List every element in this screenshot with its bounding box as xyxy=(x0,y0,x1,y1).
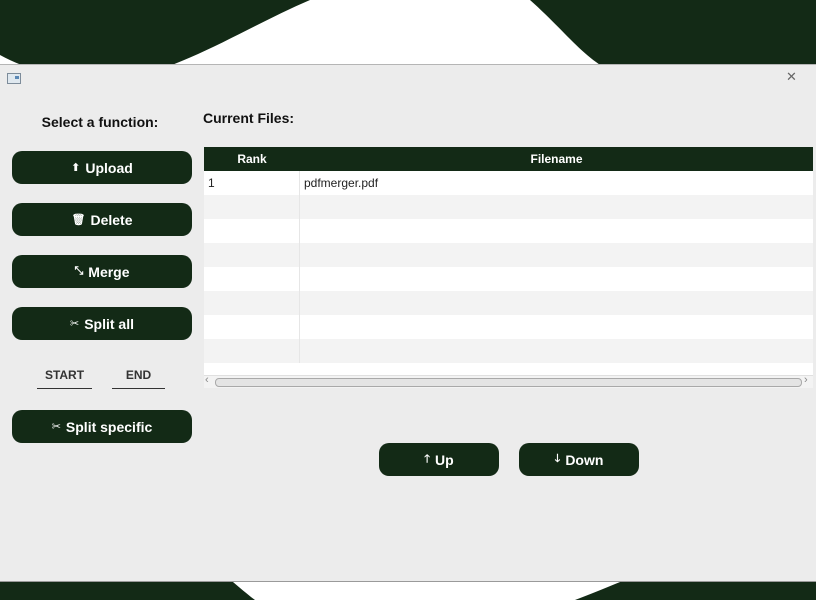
table-header: Rank Filename xyxy=(204,147,813,171)
trash-icon: 🗑 xyxy=(71,214,86,226)
close-icon[interactable]: ✕ xyxy=(786,69,797,85)
split-specific-button[interactable]: ✂ Split specific xyxy=(12,410,192,443)
scroll-left-icon[interactable]: ‹ xyxy=(205,374,209,386)
start-page-input[interactable]: START xyxy=(37,362,92,389)
empty-table-row xyxy=(204,243,813,267)
split-all-button[interactable]: ✂ Split all xyxy=(12,307,192,340)
move-down-label: Down xyxy=(565,451,604,468)
function-panel-title: Select a function: xyxy=(41,114,159,130)
rank-column-header[interactable]: Rank xyxy=(204,147,300,171)
upload-label: Upload xyxy=(85,159,133,176)
move-up-label: Up xyxy=(435,451,454,468)
merge-icon: ⤡ xyxy=(74,265,84,277)
current-files-title: Current Files: xyxy=(203,110,295,126)
empty-table-row xyxy=(204,339,813,363)
split-all-label: Split all xyxy=(84,315,134,332)
delete-label: Delete xyxy=(90,211,133,228)
table-row[interactable]: 1 pdfmerger.pdf xyxy=(204,171,813,195)
horizontal-scrollbar[interactable]: ‹ › xyxy=(204,374,813,388)
app-window: ✕ Select a function: ⬆ Upload 🗑 Delete ⤡… xyxy=(0,64,816,582)
upload-button[interactable]: ⬆ Upload xyxy=(12,151,192,184)
merge-button[interactable]: ⤡ Merge xyxy=(12,255,192,288)
filename-cell: pdfmerger.pdf xyxy=(304,176,379,190)
empty-table-row xyxy=(204,291,813,315)
window-app-icon xyxy=(7,73,21,84)
scissors-icon: ✂ xyxy=(51,421,61,433)
arrow-up-icon: 🡑 xyxy=(424,453,431,465)
delete-button[interactable]: 🗑 Delete xyxy=(12,203,192,236)
empty-table-row xyxy=(204,219,813,243)
files-table[interactable]: Rank Filename 1 pdfmerger.pdf xyxy=(204,147,813,387)
arrow-down-icon: 🡓 xyxy=(554,453,561,465)
split-specific-label: Split specific xyxy=(65,418,153,435)
filename-column-header[interactable]: Filename xyxy=(300,147,813,171)
empty-table-row xyxy=(204,315,813,339)
merge-label: Merge xyxy=(88,263,130,280)
empty-table-row xyxy=(204,267,813,291)
start-placeholder: START xyxy=(44,368,85,382)
scissors-icon: ✂ xyxy=(69,318,80,330)
scroll-right-icon[interactable]: › xyxy=(804,374,808,386)
rank-cell: 1 xyxy=(204,171,300,195)
end-page-input[interactable]: END xyxy=(112,362,165,389)
upload-icon: ⬆ xyxy=(71,162,81,174)
move-down-button[interactable]: 🡓 Down xyxy=(519,443,639,476)
empty-table-row xyxy=(204,195,813,219)
move-up-button[interactable]: 🡑 Up xyxy=(379,443,499,476)
title-bar: ✕ xyxy=(0,65,816,95)
end-placeholder: END xyxy=(125,368,152,382)
scrollbar-thumb[interactable] xyxy=(215,378,802,387)
